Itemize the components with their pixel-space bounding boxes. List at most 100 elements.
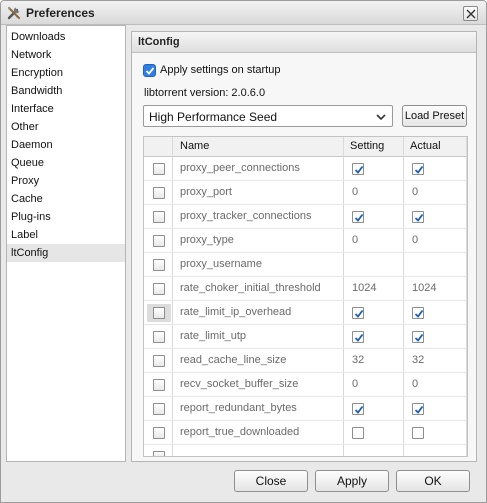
setting-value[interactable]: 32 xyxy=(352,354,364,366)
sidebar-item-proxy[interactable]: Proxy xyxy=(7,172,125,190)
apply-on-startup-checkbox[interactable] xyxy=(143,64,156,77)
row-select-checkbox[interactable] xyxy=(153,163,165,175)
setting-value[interactable]: 0 xyxy=(352,378,358,390)
load-preset-button[interactable]: Load Preset xyxy=(402,105,467,127)
tools-icon xyxy=(7,7,20,20)
setting-name: rate_limit_ip_overhead xyxy=(180,306,292,318)
actual-value[interactable]: 32 xyxy=(412,354,424,366)
checkmark-icon xyxy=(354,309,364,318)
sidebar-item-cache[interactable]: Cache xyxy=(7,190,125,208)
setting-name: report_true_downloaded xyxy=(180,426,300,438)
setting-name: proxy_type xyxy=(180,234,234,246)
apply-on-startup-label: Apply settings on startup xyxy=(160,64,281,76)
table-row[interactable]: report_true_downloaded xyxy=(144,421,467,445)
setting-name: rate_limit_utp xyxy=(180,330,247,342)
panel-title: ltConfig xyxy=(138,36,180,48)
checkmark-icon xyxy=(414,405,424,414)
sidebar-item-encryption[interactable]: Encryption xyxy=(7,64,125,82)
checkmark-icon xyxy=(354,405,364,414)
sidebar-item-ltconfig[interactable]: ltConfig xyxy=(7,244,125,262)
checkmark-icon xyxy=(414,165,424,174)
libtorrent-version: libtorrent version: 2.0.6.0 xyxy=(144,87,266,99)
row-select-checkbox[interactable] xyxy=(153,379,165,391)
sidebar-item-daemon[interactable]: Daemon xyxy=(7,136,125,154)
sidebar-item-label[interactable]: Label xyxy=(7,226,125,244)
setting-name: proxy_peer_connections xyxy=(180,162,300,174)
close-icon xyxy=(466,9,476,19)
setting-checkbox[interactable] xyxy=(352,211,364,223)
table-row[interactable]: proxy_username xyxy=(144,253,467,277)
column-header-setting[interactable]: Setting xyxy=(350,140,384,152)
checkmark-icon xyxy=(414,309,424,318)
close-button[interactable]: Close xyxy=(234,470,308,492)
sidebar-item-network[interactable]: Network xyxy=(7,46,125,64)
table-row[interactable]: recv_socket_buffer_size 0 0 xyxy=(144,373,467,397)
actual-value[interactable]: 0 xyxy=(412,186,418,198)
table-row[interactable]: proxy_peer_connections xyxy=(144,157,467,181)
setting-checkbox[interactable] xyxy=(352,307,364,319)
row-select-checkbox[interactable] xyxy=(153,355,165,367)
table-row[interactable]: proxy_tracker_connections xyxy=(144,205,467,229)
table-row[interactable]: rate_limit_utp xyxy=(144,325,467,349)
table-row[interactable]: report_redundant_bytes xyxy=(144,397,467,421)
actual-checkbox[interactable] xyxy=(412,331,424,343)
actual-checkbox[interactable] xyxy=(412,211,424,223)
setting-value[interactable]: 1024 xyxy=(352,282,376,294)
row-select-checkbox[interactable] xyxy=(153,259,165,271)
row-select-checkbox[interactable] xyxy=(153,451,165,456)
row-select-checkbox[interactable] xyxy=(153,427,165,439)
setting-checkbox[interactable] xyxy=(352,427,364,439)
setting-value[interactable]: 0 xyxy=(352,186,358,198)
actual-checkbox[interactable] xyxy=(412,307,424,319)
row-select-checkbox[interactable] xyxy=(153,283,165,295)
actual-checkbox[interactable] xyxy=(412,403,424,415)
row-select-checkbox[interactable] xyxy=(153,403,165,415)
table-row[interactable]: rate_choker_initial_threshold 1024 1024 xyxy=(144,277,467,301)
row-select-checkbox[interactable] xyxy=(153,211,165,223)
actual-checkbox[interactable] xyxy=(412,163,424,175)
column-header-name[interactable]: Name xyxy=(180,140,209,152)
setting-name: rate_choker_initial_threshold xyxy=(180,282,321,294)
table-row[interactable]: rate_limit_ip_overhead xyxy=(144,301,467,325)
sidebar-item-queue[interactable]: Queue xyxy=(7,154,125,172)
chevron-down-icon xyxy=(376,114,386,121)
ok-button[interactable]: OK xyxy=(396,470,470,492)
setting-name: proxy_port xyxy=(180,186,232,198)
row-select-box[interactable] xyxy=(153,307,165,319)
window-title: Preferences xyxy=(26,6,95,20)
row-select-checkbox[interactable] xyxy=(153,331,165,343)
setting-checkbox[interactable] xyxy=(352,331,364,343)
setting-name: proxy_tracker_connections xyxy=(180,210,312,222)
row-select-checkbox[interactable] xyxy=(153,187,165,199)
setting-checkbox[interactable] xyxy=(352,163,364,175)
sidebar-item-downloads[interactable]: Downloads xyxy=(7,28,125,46)
sidebar-item-interface[interactable]: Interface xyxy=(7,100,125,118)
title-bar[interactable]: Preferences xyxy=(1,1,486,25)
sidebar-item-other[interactable]: Other xyxy=(7,118,125,136)
actual-value[interactable]: 1024 xyxy=(412,282,436,294)
checkmark-icon xyxy=(354,333,364,342)
checkmark-icon xyxy=(354,213,364,222)
checkmark-icon xyxy=(354,165,364,174)
setting-value[interactable]: 0 xyxy=(352,234,358,246)
apply-button[interactable]: Apply xyxy=(315,470,389,492)
table-row[interactable]: proxy_port 0 0 xyxy=(144,181,467,205)
row-select-checkbox[interactable] xyxy=(147,304,171,322)
table-row[interactable]: proxy_type 0 0 xyxy=(144,229,467,253)
column-header-actual[interactable]: Actual xyxy=(410,140,441,152)
sidebar-item-bandwidth[interactable]: Bandwidth xyxy=(7,82,125,100)
close-window-button[interactable] xyxy=(463,6,478,21)
preferences-dialog: Preferences Downloads Network Encryption Ba… xyxy=(0,0,487,503)
sidebar-item-plug-ins[interactable]: Plug-ins xyxy=(7,208,125,226)
table-row[interactable]: read_cache_line_size 32 32 xyxy=(144,349,467,373)
row-select-checkbox[interactable] xyxy=(153,235,165,247)
preset-select-value: High Performance Seed xyxy=(149,110,278,124)
actual-value[interactable]: 0 xyxy=(412,234,418,246)
setting-name: report_redundant_bytes xyxy=(180,402,297,414)
setting-name: recv_socket_buffer_size xyxy=(180,378,299,390)
checkmark-icon xyxy=(145,67,155,75)
actual-checkbox[interactable] xyxy=(412,427,424,439)
actual-value[interactable]: 0 xyxy=(412,378,418,390)
preset-select[interactable]: High Performance Seed xyxy=(143,105,393,127)
setting-checkbox[interactable] xyxy=(352,403,364,415)
